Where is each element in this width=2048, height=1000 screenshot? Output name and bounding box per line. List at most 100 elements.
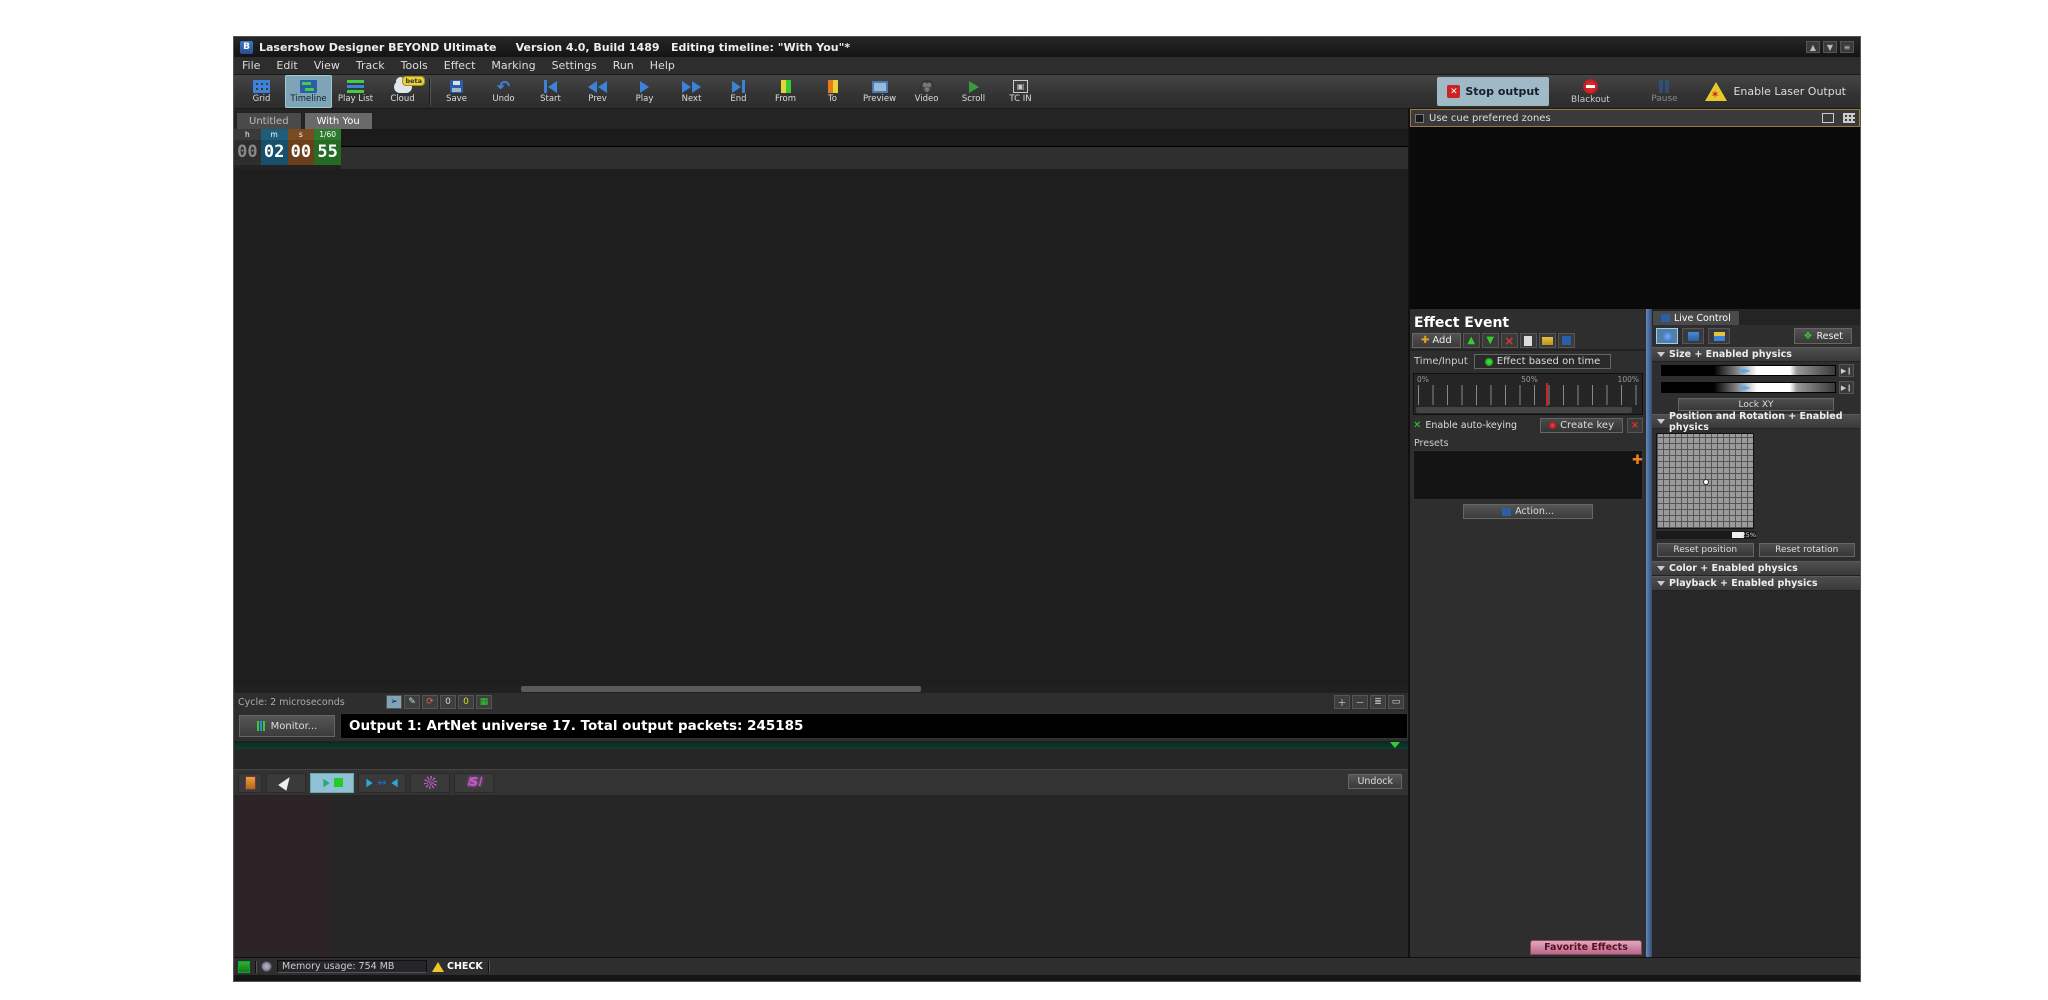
toolbar-cloud-button[interactable]: betaCloud bbox=[379, 75, 426, 108]
enable-laser-output-button[interactable]: Enable Laser Output bbox=[1705, 75, 1846, 108]
play-pause-mode-button[interactable]: ↔ bbox=[358, 773, 406, 793]
window-menu-button[interactable]: ≡ bbox=[1840, 41, 1854, 53]
ruler-scrollbar[interactable] bbox=[1416, 407, 1632, 413]
toolbar-start-button[interactable]: Start bbox=[527, 75, 574, 108]
zoom-out-button[interactable]: － bbox=[1352, 695, 1368, 709]
menu-file[interactable]: File bbox=[242, 59, 260, 72]
menu-marking[interactable]: Marking bbox=[491, 59, 535, 72]
delete-key-button[interactable]: × bbox=[1627, 418, 1643, 433]
size-y-slider[interactable]: ◄► bbox=[1661, 382, 1836, 393]
reset-position-button[interactable]: Reset position bbox=[1657, 543, 1754, 557]
monitor-button[interactable]: Monitor... bbox=[239, 715, 335, 737]
grid-view-icon[interactable] bbox=[1843, 113, 1855, 123]
playback-section-header[interactable]: Playback + Enabled physics bbox=[1652, 576, 1860, 591]
size-section-header[interactable]: Size + Enabled physics bbox=[1652, 347, 1860, 362]
toolbar-play-list-button[interactable]: Play List bbox=[332, 75, 379, 108]
size-x-slider[interactable]: ◄► bbox=[1661, 365, 1836, 376]
marker-a-button[interactable]: ⟳ bbox=[422, 695, 438, 709]
draw-tool-button[interactable]: ✎ bbox=[404, 695, 420, 709]
toolbar-next-button[interactable]: Next bbox=[668, 75, 715, 108]
presets-box[interactable]: ✚ bbox=[1413, 450, 1643, 500]
menu-help[interactable]: Help bbox=[650, 59, 675, 72]
toolbar-scroll-button[interactable]: Scroll bbox=[950, 75, 997, 108]
toolbar-from-button[interactable]: From bbox=[762, 75, 809, 108]
effect-based-on-time-button[interactable]: Effect based on time bbox=[1474, 354, 1612, 369]
blackout-button[interactable]: Blackout bbox=[1557, 75, 1623, 108]
favorite-effects-tab[interactable]: Favorite Effects bbox=[1530, 940, 1642, 955]
workspace-palette-button[interactable] bbox=[238, 773, 262, 793]
save-effect-button[interactable] bbox=[1558, 333, 1575, 348]
reset-rotation-button[interactable]: Reset rotation bbox=[1759, 543, 1856, 557]
toolbar-play-button[interactable]: Play bbox=[621, 75, 668, 108]
timeline-ruler[interactable] bbox=[341, 129, 1408, 169]
position-pad[interactable] bbox=[1656, 433, 1754, 529]
posrot-section-header[interactable]: Position and Rotation + Enabled physics bbox=[1652, 414, 1860, 429]
toolbar-grid-button[interactable]: Grid bbox=[238, 75, 285, 108]
move-up-button[interactable]: ▲ bbox=[1463, 333, 1480, 348]
delete-effect-button[interactable]: × bbox=[1501, 333, 1518, 348]
marker-0a-button[interactable]: 0 bbox=[440, 695, 456, 709]
live-control-tab[interactable]: Live Control bbox=[1652, 310, 1740, 325]
track-list-button[interactable]: ≣ bbox=[1370, 695, 1386, 709]
toolbar-prev-button[interactable]: Prev bbox=[574, 75, 621, 108]
menu-run[interactable]: Run bbox=[613, 59, 634, 72]
menu-effect[interactable]: Effect bbox=[444, 59, 476, 72]
live-globe-button[interactable] bbox=[1656, 328, 1678, 344]
size-y-thumb[interactable]: ◄► bbox=[1738, 383, 1750, 393]
toolbar-undo-button[interactable]: ↶Undo bbox=[480, 75, 527, 108]
menu-tools[interactable]: Tools bbox=[401, 59, 428, 72]
menu-settings[interactable]: Settings bbox=[552, 59, 597, 72]
grid-snap-button[interactable]: ▦ bbox=[476, 695, 492, 709]
add-preset-icon[interactable]: ✚ bbox=[1632, 453, 1643, 468]
view-options-button[interactable]: ▭ bbox=[1388, 695, 1404, 709]
use-cue-zones-checkbox[interactable] bbox=[1415, 114, 1424, 123]
toolbar-video-button[interactable]: Video bbox=[903, 75, 950, 108]
menu-edit[interactable]: Edit bbox=[276, 59, 297, 72]
collapsed-panel-divider[interactable] bbox=[234, 741, 1408, 749]
toolbar-end-button[interactable]: End bbox=[715, 75, 762, 108]
add-effect-button[interactable]: ✚ Add bbox=[1412, 333, 1461, 348]
size-x-end-button[interactable]: ▶❙ bbox=[1839, 364, 1854, 377]
timeline-tab-with-you[interactable]: With You bbox=[304, 112, 373, 129]
toolbar-preview-button[interactable]: Preview bbox=[856, 75, 903, 108]
select-tool-button[interactable]: ➢ bbox=[386, 695, 402, 709]
live-layers-button[interactable] bbox=[1708, 328, 1730, 344]
action-button[interactable]: Action... bbox=[1463, 504, 1593, 519]
workspace-cursor-button[interactable] bbox=[266, 773, 306, 793]
size-x-thumb[interactable]: ◄► bbox=[1738, 366, 1750, 376]
toolbar-tc-in-button[interactable]: ▣TC IN bbox=[997, 75, 1044, 108]
window-up-button[interactable]: ▲ bbox=[1806, 41, 1820, 53]
live-preview-button[interactable] bbox=[1682, 328, 1704, 344]
size-y-end-button[interactable]: ▶❙ bbox=[1839, 381, 1854, 394]
lock-xy-button[interactable]: Lock XY bbox=[1678, 398, 1834, 411]
live-reset-button[interactable]: ❖ Reset bbox=[1794, 328, 1852, 344]
position-pad-slider[interactable]: 25% bbox=[1656, 531, 1756, 539]
timeline-tab-untitled[interactable]: Untitled bbox=[236, 112, 302, 129]
effect-time-ruler[interactable]: 0% 50% 100% bbox=[1413, 373, 1643, 415]
menu-view[interactable]: View bbox=[314, 59, 340, 72]
marker-0b-button[interactable]: 0 bbox=[458, 695, 474, 709]
laser-preview-button[interactable]: ⦚S⦚ bbox=[454, 773, 494, 793]
toolbar-to-button[interactable]: To bbox=[809, 75, 856, 108]
toolbar-timeline-label: Timeline bbox=[290, 95, 326, 104]
create-key-button[interactable]: Create key bbox=[1540, 418, 1623, 433]
single-view-icon[interactable] bbox=[1822, 113, 1834, 123]
open-effect-button[interactable] bbox=[1539, 333, 1556, 348]
timeline-hscrollbar[interactable] bbox=[234, 685, 1408, 693]
toolbar-timeline-button[interactable]: Timeline bbox=[285, 75, 332, 108]
hscrollbar-thumb[interactable] bbox=[521, 686, 921, 692]
autokey-label[interactable]: Enable auto-keying bbox=[1425, 420, 1536, 431]
zoom-in-button[interactable]: ＋ bbox=[1334, 695, 1350, 709]
move-down-button[interactable]: ▼ bbox=[1482, 333, 1499, 348]
effect-burst-button[interactable] bbox=[410, 773, 450, 793]
undock-button[interactable]: Undock bbox=[1348, 774, 1402, 789]
new-effect-button[interactable] bbox=[1520, 333, 1537, 348]
pause-button[interactable]: Pause bbox=[1631, 75, 1697, 108]
menu-track[interactable]: Track bbox=[356, 59, 385, 72]
color-section-header[interactable]: Color + Enabled physics bbox=[1652, 561, 1860, 576]
check-warning[interactable]: CHECK bbox=[432, 961, 483, 972]
stop-output-button[interactable]: ✕ Stop output bbox=[1437, 77, 1549, 106]
play-stop-mode-button[interactable] bbox=[310, 773, 354, 793]
window-down-button[interactable]: ▼ bbox=[1823, 41, 1837, 53]
toolbar-save-button[interactable]: Save bbox=[433, 75, 480, 108]
